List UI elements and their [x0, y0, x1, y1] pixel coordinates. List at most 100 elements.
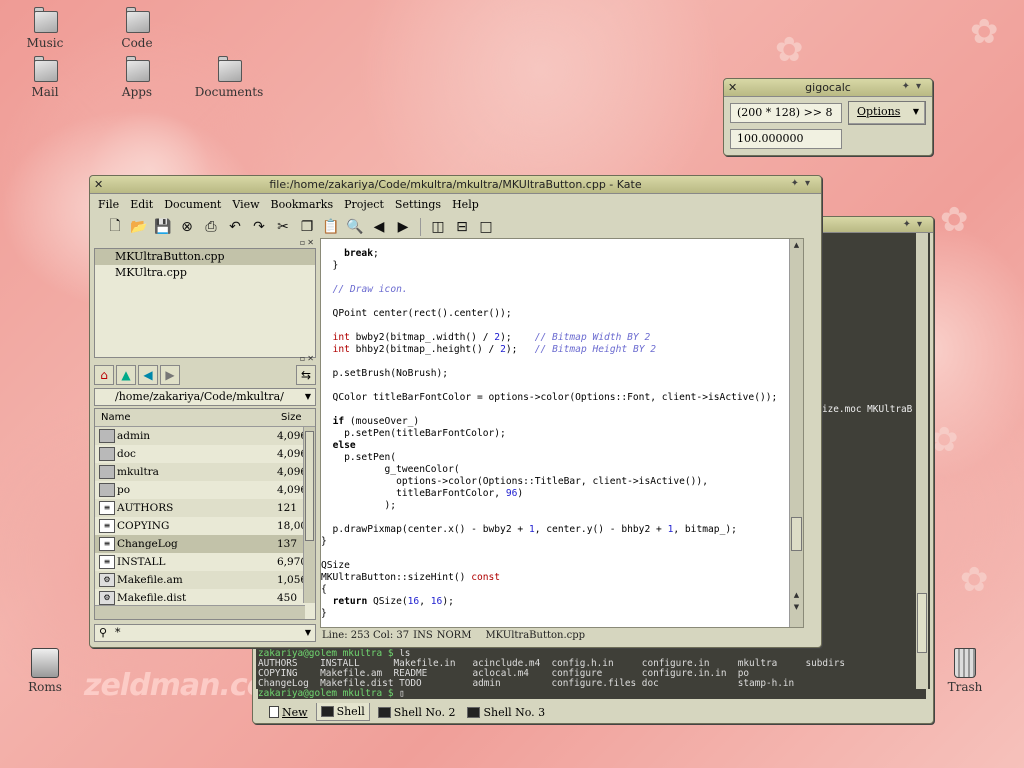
print-icon[interactable]: ⎙: [202, 218, 220, 236]
kate-titlebar[interactable]: ✕ file:/home/zakariya/Code/mkultra/mkult…: [90, 176, 821, 194]
column-size[interactable]: Size: [275, 409, 315, 426]
desktop-icon-apps[interactable]: Apps: [102, 55, 172, 99]
expression-input[interactable]: (200 * 128) >> 8: [730, 103, 842, 123]
desktop-icon-label: Mail: [31, 85, 59, 99]
folder-icon: [99, 447, 115, 461]
options-button[interactable]: Options ▼: [848, 101, 926, 125]
desktop-icon-trash[interactable]: Trash: [930, 648, 1000, 694]
desktop-icon-documents[interactable]: Documents: [194, 55, 264, 99]
table-scrollbar[interactable]: [303, 427, 315, 603]
table-row[interactable]: po 4,096: [95, 481, 315, 499]
insert-mode: INS: [413, 630, 433, 641]
file-name: ChangeLog: [117, 538, 178, 550]
scroll-down-icon[interactable]: ▼: [791, 601, 802, 613]
forward-icon[interactable]: ▶: [394, 218, 412, 236]
save-icon[interactable]: 💾: [154, 218, 172, 236]
desktop-icon-mail[interactable]: Mail: [10, 55, 80, 99]
paste-icon[interactable]: 📋: [322, 218, 340, 236]
folder-icon: [99, 429, 115, 443]
forward-arrow-icon[interactable]: ▶: [160, 365, 180, 385]
menu-file[interactable]: File: [98, 198, 119, 211]
scroll-up-icon[interactable]: ▲: [791, 589, 802, 601]
pane-header: ▫✕: [299, 354, 316, 363]
file-name: AUTHORS: [117, 502, 174, 514]
table-row[interactable]: admin 4,096: [95, 427, 315, 445]
chevron-down-icon[interactable]: ▼: [305, 625, 311, 641]
menu-edit[interactable]: Edit: [130, 198, 153, 211]
desktop-icon-music[interactable]: Music: [10, 6, 80, 50]
list-item[interactable]: MKUltra.cpp: [95, 265, 315, 281]
pin-shade-icons[interactable]: ✦▾: [903, 219, 928, 230]
table-row[interactable]: mkultra 4,096: [95, 463, 315, 481]
table-row[interactable]: ≡ INSTALL 6,970: [95, 553, 315, 571]
table-row[interactable]: ≡ COPYING 18,00: [95, 517, 315, 535]
menu-bookmarks[interactable]: Bookmarks: [271, 198, 334, 211]
tab-shell-3[interactable]: Shell No. 3: [463, 703, 549, 721]
gear-file-icon: ⚙: [99, 573, 115, 587]
column-name[interactable]: Name: [95, 409, 275, 426]
table-row[interactable]: ≡ ChangeLog 137: [95, 535, 315, 553]
tab-shell[interactable]: Shell: [315, 703, 370, 721]
filter-combo[interactable]: ⚲ * ▼: [94, 624, 316, 642]
desktop-icon-code[interactable]: Code: [102, 6, 172, 50]
back-arrow-icon[interactable]: ◀: [138, 365, 158, 385]
chevron-down-icon[interactable]: ▼: [305, 389, 311, 405]
table-row[interactable]: ≡ AUTHORS 121: [95, 499, 315, 517]
trash-icon: [954, 648, 976, 678]
undo-icon[interactable]: ↶: [226, 218, 244, 236]
path-combo[interactable]: /home/zakariya/Code/mkultra/ ▼: [94, 388, 316, 406]
terminal-partial-line: ize.moc MKUltraB: [822, 404, 913, 415]
list-item[interactable]: MKUltraButton.cpp: [95, 249, 315, 265]
file-name: doc: [117, 448, 136, 460]
editor-scrollbar[interactable]: ▲ ▲ ▼: [789, 239, 803, 627]
close-view-icon[interactable]: □: [477, 218, 495, 236]
table-row[interactable]: ⚙ Makefile.am 1,056: [95, 571, 315, 589]
kate-window: ✕ file:/home/zakariya/Code/mkultra/mkult…: [89, 175, 822, 648]
open-documents-list: MKUltraButton.cpp MKUltra.cpp: [94, 248, 316, 358]
tab-shell-2[interactable]: Shell No. 2: [374, 703, 460, 721]
desktop-icon-label: Apps: [121, 85, 153, 99]
new-file-icon[interactable]: 🗋: [106, 218, 124, 236]
back-icon[interactable]: ◀: [370, 218, 388, 236]
cut-icon[interactable]: ✂: [274, 218, 292, 236]
tab-label: Shell No. 3: [483, 705, 546, 719]
close-document-icon[interactable]: ⊗: [178, 218, 196, 236]
filter-icon: ⚲: [99, 626, 108, 639]
pin-shade-icons[interactable]: ✦▾: [791, 178, 816, 189]
code-editor[interactable]: break; } // Draw icon. QPoint center(rec…: [320, 238, 804, 628]
redo-icon[interactable]: ↷: [250, 218, 268, 236]
menu-document[interactable]: Document: [164, 198, 221, 211]
split-vertical-icon[interactable]: ◫: [429, 218, 447, 236]
text-file-icon: ≡: [99, 537, 115, 551]
terminal-scrollbar[interactable]: [916, 233, 928, 689]
chevron-down-icon: ▼: [912, 107, 919, 116]
table-body: admin 4,096 doc 4,096 mkultra 4,096 po 4,096 ≡ AU…: [95, 427, 315, 607]
scroll-up-icon[interactable]: ▲: [791, 239, 802, 251]
table-row[interactable]: doc 4,096: [95, 445, 315, 463]
table-hscrollbar[interactable]: [95, 605, 305, 619]
gigocalc-window: ✕ gigocalc ✦▾ (200 * 128) >> 8 Options ▼…: [723, 78, 933, 156]
desktop-icon-label: Trash: [947, 680, 983, 694]
menu-project[interactable]: Project: [344, 198, 384, 211]
tab-label: Shell: [336, 705, 365, 718]
menu-view[interactable]: View: [232, 198, 259, 211]
split-horizontal-icon[interactable]: ⊟: [453, 218, 471, 236]
desktop-icon-label: Code: [121, 36, 153, 50]
desktop-icon-roms[interactable]: Roms: [10, 648, 80, 694]
pin-shade-icons[interactable]: ✦▾: [902, 81, 927, 92]
desktop-icon-label: Roms: [28, 680, 62, 694]
copy-icon[interactable]: ❐: [298, 218, 316, 236]
sync-arrows-icon[interactable]: ⇆: [296, 365, 316, 385]
home-icon[interactable]: ⌂: [94, 365, 114, 385]
folder-icon: [216, 55, 242, 83]
gigocalc-titlebar[interactable]: ✕ gigocalc ✦▾: [724, 79, 932, 97]
window-title: file:/home/zakariya/Code/mkultra/mkultra…: [269, 178, 642, 191]
find-icon[interactable]: 🔍: [346, 218, 364, 236]
menu-settings[interactable]: Settings: [395, 198, 441, 211]
menu-help[interactable]: Help: [452, 198, 479, 211]
close-icon[interactable]: ✕: [94, 178, 103, 191]
tab-new[interactable]: New: [265, 703, 312, 721]
open-folder-icon[interactable]: 📂: [130, 218, 148, 236]
close-icon[interactable]: ✕: [728, 81, 737, 94]
up-arrow-icon[interactable]: ▲: [116, 365, 136, 385]
